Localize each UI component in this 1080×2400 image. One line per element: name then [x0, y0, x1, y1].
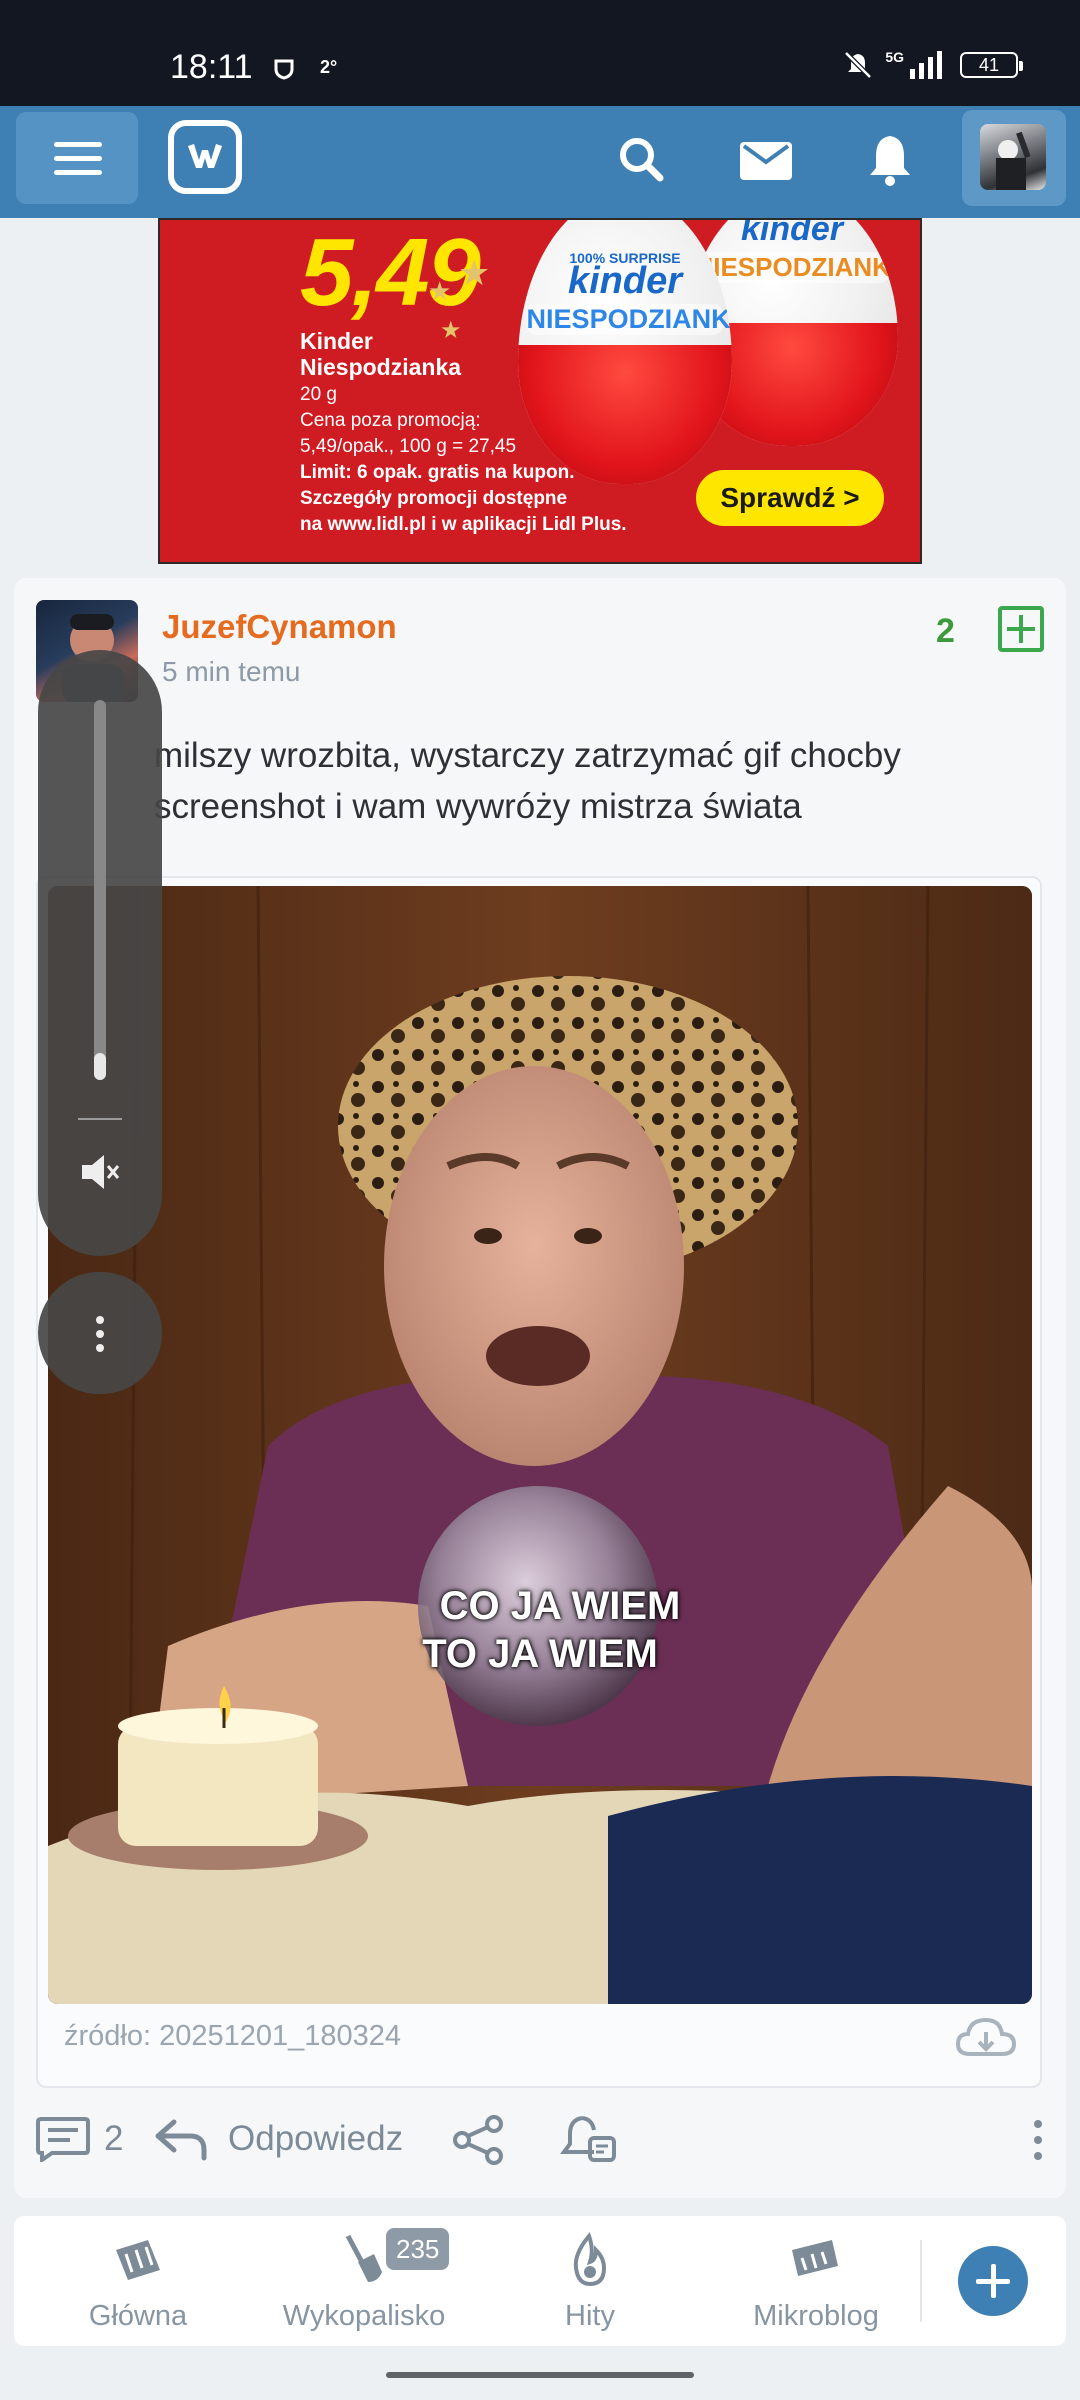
comments-button[interactable]: 2	[34, 2116, 123, 2162]
add-post-button[interactable]	[958, 2246, 1028, 2316]
app-top-bar	[0, 106, 1080, 218]
ad-price: 5,49	[300, 219, 481, 326]
shield-icon	[274, 59, 294, 80]
advertisement-banner[interactable]: 5,49 ★ ★ ★ Kinder Niespodzianka 20 g Cen…	[158, 218, 922, 564]
status-bar: 18:11 2° 5G 41	[0, 0, 1080, 106]
user-avatar-image	[980, 124, 1046, 190]
flame-icon	[573, 2232, 607, 2287]
home-icon	[116, 2240, 160, 2280]
star-icon: ★	[428, 276, 452, 306]
nav-label: Główna	[88, 2300, 188, 2332]
star-icon: ★	[458, 252, 491, 293]
battery-indicator: 41	[960, 52, 1023, 78]
network-type: 5G	[885, 49, 904, 65]
post-card: JuzefCynamon 5 min temu 2 milszy wrozbit…	[14, 578, 1066, 2198]
observe-notification-icon[interactable]	[558, 2112, 618, 2168]
hamburger-menu-icon[interactable]	[16, 112, 138, 204]
status-temperature: 2°	[320, 57, 338, 77]
cloud-download-icon[interactable]	[954, 2014, 1018, 2060]
reply-label: Odpowiedz	[228, 2119, 404, 2158]
home-indicator[interactable]	[386, 2372, 694, 2378]
bell-muted-icon	[844, 51, 873, 79]
nav-mikroblog[interactable]: Mikroblog	[706, 2216, 926, 2346]
user-avatar[interactable]	[962, 110, 1066, 206]
volume-slider-track[interactable]	[94, 700, 106, 1080]
envelope-icon[interactable]	[736, 130, 796, 190]
star-icon: ★	[440, 317, 462, 344]
shovel-icon	[345, 2234, 382, 2282]
reply-button[interactable]: Odpowiedz	[154, 2116, 403, 2162]
volume-slider-fill[interactable]	[94, 1053, 106, 1080]
share-icon[interactable]	[450, 2114, 506, 2166]
signal-icon	[910, 51, 942, 79]
comment-icon	[36, 2117, 90, 2162]
gif-image[interactable]: CO JA WIEM TO JA WIEM	[48, 886, 1032, 2004]
gif-caption: CO JA WIEM TO JA WIEM	[422, 1584, 681, 1676]
kinder-egg-image: 100% SURPRISE kinder NIESPODZIANKA	[518, 220, 732, 484]
volume-more-options[interactable]	[38, 1272, 162, 1394]
search-icon[interactable]	[612, 130, 672, 190]
bell-icon[interactable]	[860, 130, 920, 190]
post-media: CO JA WIEM TO JA WIEM źródło: 20251201_1…	[36, 876, 1042, 2088]
post-author[interactable]: JuzefCynamon	[162, 608, 397, 646]
microblog-icon	[792, 2240, 838, 2276]
bottom-navigation: Główna Wykopalisko 235 Hity Mikroblog	[14, 2216, 1066, 2346]
volume-panel	[38, 650, 162, 1256]
nav-label: Wykopalisko	[282, 2300, 446, 2332]
speaker-muted-icon[interactable]	[78, 1150, 122, 1194]
media-source[interactable]: źródło: 20251201_180324	[64, 2020, 401, 2053]
comment-count: 2	[104, 2119, 124, 2158]
reply-icon	[155, 2119, 207, 2161]
nav-label: Hity	[565, 2300, 615, 2332]
nav-label: Mikroblog	[753, 2300, 879, 2332]
vote-count: 2	[936, 612, 955, 650]
nav-home[interactable]: Główna	[28, 2216, 248, 2346]
wykop-logo[interactable]	[168, 120, 242, 194]
post-actions: 2 Odpowiedz	[14, 2098, 1066, 2178]
nav-hity[interactable]: Hity	[480, 2216, 700, 2346]
wykopalisko-badge: 235	[386, 2228, 450, 2270]
ad-cta-button[interactable]: Sprawdź >	[696, 470, 884, 526]
post-body: milszy wrozbita, wystarczy zatrzymać gif…	[154, 736, 901, 826]
more-options-icon[interactable]	[1032, 2118, 1044, 2162]
status-time: 18:11	[170, 48, 253, 86]
ad-product: Kinder Niespodzianka	[300, 328, 462, 380]
post-time[interactable]: 5 min temu	[162, 656, 301, 688]
upvote-plus-button[interactable]	[998, 606, 1044, 652]
